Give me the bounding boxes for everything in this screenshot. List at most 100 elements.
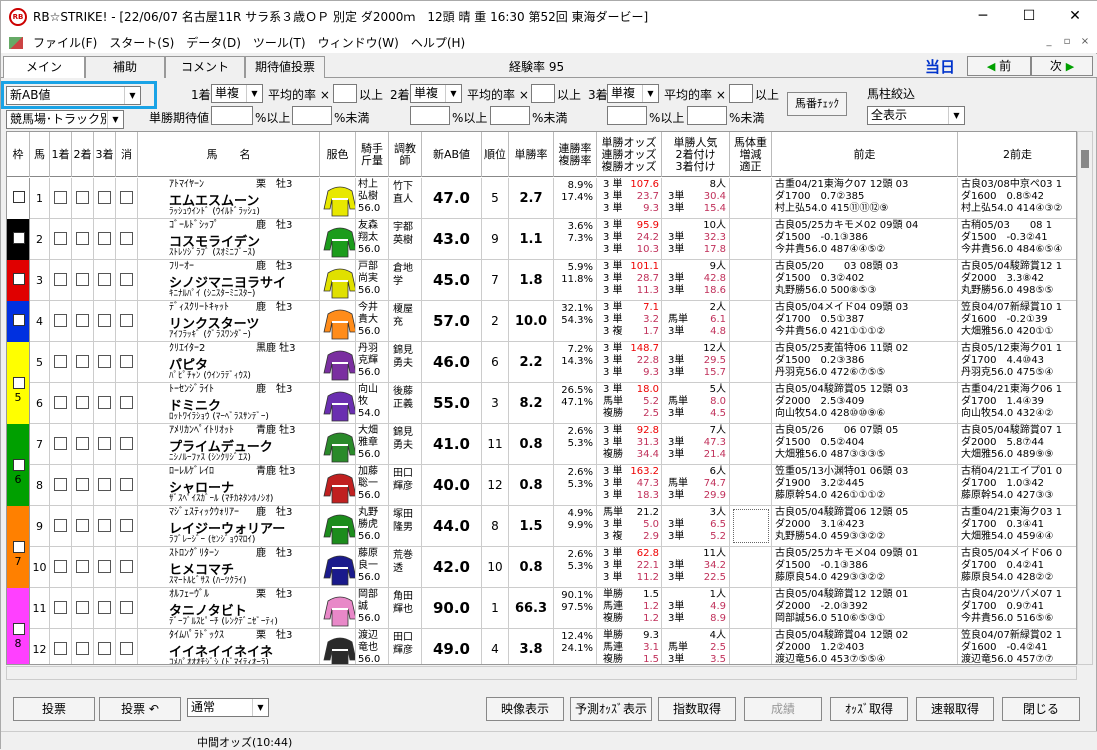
odds-fetch-button[interactable]: ｵｯｽﾞ取得 — [830, 697, 908, 721]
first-place-checkbox[interactable] — [54, 396, 67, 409]
horse-name-cell[interactable]: ﾏｼﾞｪｽﾃｨｯｸｳｫﾘｱｰ 鹿 牡3 レイジーウォリアー ﾗﾌﾞﾚｰｼﾞｰ (… — [138, 506, 320, 547]
results-button[interactable]: 成績 — [744, 697, 822, 721]
scratch-checkbox[interactable] — [120, 232, 133, 245]
second-previous-race-cell[interactable]: 古良05/04駿蹄賞07 1 ダ2000 5.8⑦44 大畑雅56.0 489⑨⑨ — [958, 424, 1076, 465]
horse-name-cell[interactable]: ﾌﾘｰｵｰ 鹿 牡3 シノジマニヨラサイ ｷﾆﾅﾙﾊﾟｲ (ｼﾆｽﾀｰﾐﾆｽﾀｰ… — [138, 260, 320, 301]
header-c1[interactable]: 1着 — [50, 132, 72, 177]
scratch-checkbox[interactable] — [120, 191, 133, 204]
third-place-checkbox[interactable] — [98, 191, 111, 204]
second-place-checkbox[interactable] — [76, 437, 89, 450]
header-uma[interactable]: 馬 — [30, 132, 50, 177]
table-row[interactable]: 5 ｸﾘｴｲﾀｰ2 黒鹿 牡3 パピタ ﾊﾟﾋﾟﾁｬﾝ (ｳｲﾝﾗﾃﾞｨｳｽ) … — [7, 342, 1076, 383]
second-previous-race-cell[interactable]: 古良05/04駿蹄賞12 1 ダ2000 3.3⑧42 丸野勝56.0 498⑤⑤ — [958, 260, 1076, 301]
second-previous-race-cell[interactable]: 古重04/21東海ク03 1 ダ1700 0.3④41 大畑雅54.0 459④④ — [958, 506, 1076, 547]
tab-comment[interactable]: コメント — [165, 56, 245, 78]
scratch-checkbox[interactable] — [120, 642, 133, 655]
second-previous-race-cell[interactable]: 笠良04/07新緑賞10 1 ダ1600 -0.2①39 大畑雅56.0 420①① — [958, 301, 1076, 342]
second-previous-race-cell[interactable]: 笠良04/07新緑賞02 1 ダ1600 -0.4②41 渡辺竜56.0 457⑦⑦ — [958, 629, 1076, 664]
filter-select[interactable]: 全表示 ▼ — [867, 106, 965, 125]
table-row[interactable]: 1 ｱﾄﾏｲﾔｰﾝ 栗 牡3 エムエスムーン ﾗｯｼｭｳｲﾝﾄﾞ (ｳｲﾙﾄﾞﾗ… — [7, 178, 1076, 219]
third-place-checkbox[interactable] — [98, 314, 111, 327]
header-rate[interactable]: 連勝率 複勝率 — [554, 132, 597, 177]
header-c3[interactable]: 3着 — [94, 132, 116, 177]
vote-button[interactable]: 投票 — [13, 697, 95, 721]
second-previous-race-cell[interactable]: 古稍04/21エイプ01 0 ダ1700 1.0③42 藤原幹54.0 427③③ — [958, 465, 1076, 506]
horse-name-cell[interactable]: ﾃﾞｨｽｸﾘｰﾄｷｬｯﾄ 鹿 牡3 リンクスターツ ｱｲﾌﾗｯｷﾞ (ｸﾞﾗｽﾜ… — [138, 301, 320, 342]
third-place-checkbox[interactable] — [98, 355, 111, 368]
second-previous-race-cell[interactable]: 古良05/04メイド06 0 ダ1700 0.4②41 藤原良54.0 428②② — [958, 547, 1076, 588]
header-kesu[interactable]: 消 — [116, 132, 138, 177]
table-row[interactable]: 12 ﾀｲﾑﾊﾟﾗﾄﾞｯｸｽ 栗 牡3 イイネイイネイネ ｺﾒﾊﾟｵｵｵﾁｼﾞｼ… — [7, 629, 1076, 664]
place1-select[interactable]: 単複 ▼ — [211, 84, 263, 103]
horse-name-cell[interactable]: ﾛｰﾚﾙｹﾞﾚｲﾛ 青鹿 牡3 シャローナ ｻﾞｽﾍﾟｲｽｶﾞｰﾙ (ﾏﾁｶﾈﾀ… — [138, 465, 320, 506]
scratch-checkbox[interactable] — [120, 478, 133, 491]
avg-input-3[interactable] — [729, 84, 753, 103]
menu-file[interactable]: ファイル(F) — [27, 34, 103, 51]
second-place-checkbox[interactable] — [76, 232, 89, 245]
second-place-checkbox[interactable] — [76, 314, 89, 327]
table-row[interactable]: 9 ﾏｼﾞｪｽﾃｨｯｸｳｫﾘｱｰ 鹿 牡3 レイジーウォリアー ﾗﾌﾞﾚｰｼﾞｰ… — [7, 506, 1076, 547]
place2-select[interactable]: 単複 ▼ — [410, 84, 462, 103]
scratch-checkbox[interactable] — [120, 437, 133, 450]
table-row[interactable]: 6 ﾄｰｾﾝｼﾞﾗｲﾄ 鹿 牡3 ドミニク ﾛｯﾄﾜｲﾗｼｮｳ (ﾏｰﾍﾞﾗｽｻ… — [7, 383, 1076, 424]
waku-checkbox[interactable] — [13, 191, 25, 203]
tab-expected-vote[interactable]: 期待値投票 — [245, 56, 325, 78]
first-place-checkbox[interactable] — [54, 519, 67, 532]
horse-check-button[interactable]: 馬番ﾁｪｯｸ — [787, 92, 847, 116]
header-c2[interactable]: 2着 — [72, 132, 94, 177]
second-previous-race-cell[interactable]: 古良04/20ツバメ07 1 ダ1700 0.9⑦41 今井貴56.0 516⑤⑥ — [958, 588, 1076, 629]
fast-report-button[interactable]: 速報取得 — [916, 697, 994, 721]
third-place-checkbox[interactable] — [98, 478, 111, 491]
previous-race-cell[interactable]: 古良05/25カキモメ04 09頭 01 ダ1500 -0.1③386 藤原良54.… — [772, 547, 958, 588]
index-select[interactable]: 新AB値 ▼ — [6, 86, 141, 105]
header-waku[interactable]: 枠 — [7, 132, 30, 177]
menu-tool[interactable]: ツール(T) — [247, 34, 312, 51]
horse-name-cell[interactable]: ｱﾒﾘｶﾝﾍﾟｲﾄﾘｵｯﾄ 青鹿 牡3 プライムデューク ﾆｼﾉﾙｰﾌｧｽ (ｼ… — [138, 424, 320, 465]
third-place-checkbox[interactable] — [98, 437, 111, 450]
header-weight[interactable]: 馬体重 増減 適正 — [730, 132, 772, 177]
second-place-checkbox[interactable] — [76, 273, 89, 286]
scratch-checkbox[interactable] — [120, 273, 133, 286]
horse-name-cell[interactable]: ｺﾞｰﾙﾄﾞｼｯﾌﾟ 鹿 牡3 コスモライデン ｽﾄﾚｿｼﾞﾗﾌﾞ (ｽｵﾐﾆﾌ… — [138, 219, 320, 260]
first-place-checkbox[interactable] — [54, 273, 67, 286]
first-place-checkbox[interactable] — [54, 642, 67, 655]
scratch-checkbox[interactable] — [120, 601, 133, 614]
horse-name-cell[interactable]: ﾄｰｾﾝｼﾞﾗｲﾄ 鹿 牡3 ドミニク ﾛｯﾄﾜｲﾗｼｮｳ (ﾏｰﾍﾞﾗｽｻﾝﾃ… — [138, 383, 320, 424]
second-previous-race-cell[interactable]: 古良03/08中京ペ03 1 ダ1600 0.8⑤42 村上弘54.0 414④③② — [958, 178, 1076, 219]
tab-aux[interactable]: 補助 — [85, 56, 165, 78]
third-place-checkbox[interactable] — [98, 232, 111, 245]
avg-input-1[interactable] — [333, 84, 357, 103]
video-button[interactable]: 映像表示 — [486, 697, 564, 721]
horizontal-scrollbar[interactable] — [6, 666, 1077, 680]
waku-checkbox[interactable] — [13, 314, 25, 326]
horse-name-cell[interactable]: ﾀｲﾑﾊﾟﾗﾄﾞｯｸｽ 栗 牡3 イイネイイネイネ ｺﾒﾊﾟｵｵｵﾁｼﾞｼ (ﾄ… — [138, 629, 320, 664]
second-previous-race-cell[interactable]: 古重04/21東海ク06 1 ダ1700 1.4④39 向山牧54.0 432④② — [958, 383, 1076, 424]
minimize-button[interactable]: ─ — [960, 1, 1006, 32]
header-tan[interactable]: 単勝率 — [509, 132, 554, 177]
prev-button[interactable]: ◀ 前 — [967, 56, 1031, 76]
second-place-checkbox[interactable] — [76, 601, 89, 614]
third-place-checkbox[interactable] — [98, 519, 111, 532]
scratch-checkbox[interactable] — [120, 560, 133, 573]
previous-race-cell[interactable]: 古良05/04駿蹄賞04 12頭 02 ダ2000 1.2②403 渡辺竜56.0 … — [772, 629, 958, 664]
waku-checkbox[interactable] — [13, 232, 25, 244]
second-place-checkbox[interactable] — [76, 478, 89, 491]
maximize-button[interactable]: ☐ — [1006, 1, 1052, 32]
second-place-checkbox[interactable] — [76, 560, 89, 573]
previous-race-cell[interactable]: 古良05/04駿蹄賞12 12頭 01 ダ2000 -2.0③392 岡部誠56.0… — [772, 588, 958, 629]
first-place-checkbox[interactable] — [54, 601, 67, 614]
venue-select[interactable]: 競馬場･トラック別 ▼ — [6, 110, 124, 129]
third-place-checkbox[interactable] — [98, 560, 111, 573]
scratch-checkbox[interactable] — [120, 396, 133, 409]
previous-race-cell[interactable]: 笠重05/13小渊特01 06頭 03 ダ1900 3.2②445 藤原幹54.0 … — [772, 465, 958, 506]
mdi-restore-button[interactable]: ▫ — [1059, 35, 1075, 49]
second-place-checkbox[interactable] — [76, 355, 89, 368]
third-place-checkbox[interactable] — [98, 642, 111, 655]
first-place-checkbox[interactable] — [54, 191, 67, 204]
predicted-odds-button[interactable]: 予測ｵｯｽﾞ表示 — [570, 697, 652, 721]
second-place-checkbox[interactable] — [76, 396, 89, 409]
second-place-checkbox[interactable] — [76, 519, 89, 532]
previous-race-cell[interactable]: 古良05/04駿蹄賞06 12頭 05 ダ2000 3.1④423 丸野勝54.0 … — [772, 506, 958, 547]
header-color[interactable]: 服色 — [320, 132, 356, 177]
header-ab[interactable]: 新AB値 — [422, 132, 482, 177]
